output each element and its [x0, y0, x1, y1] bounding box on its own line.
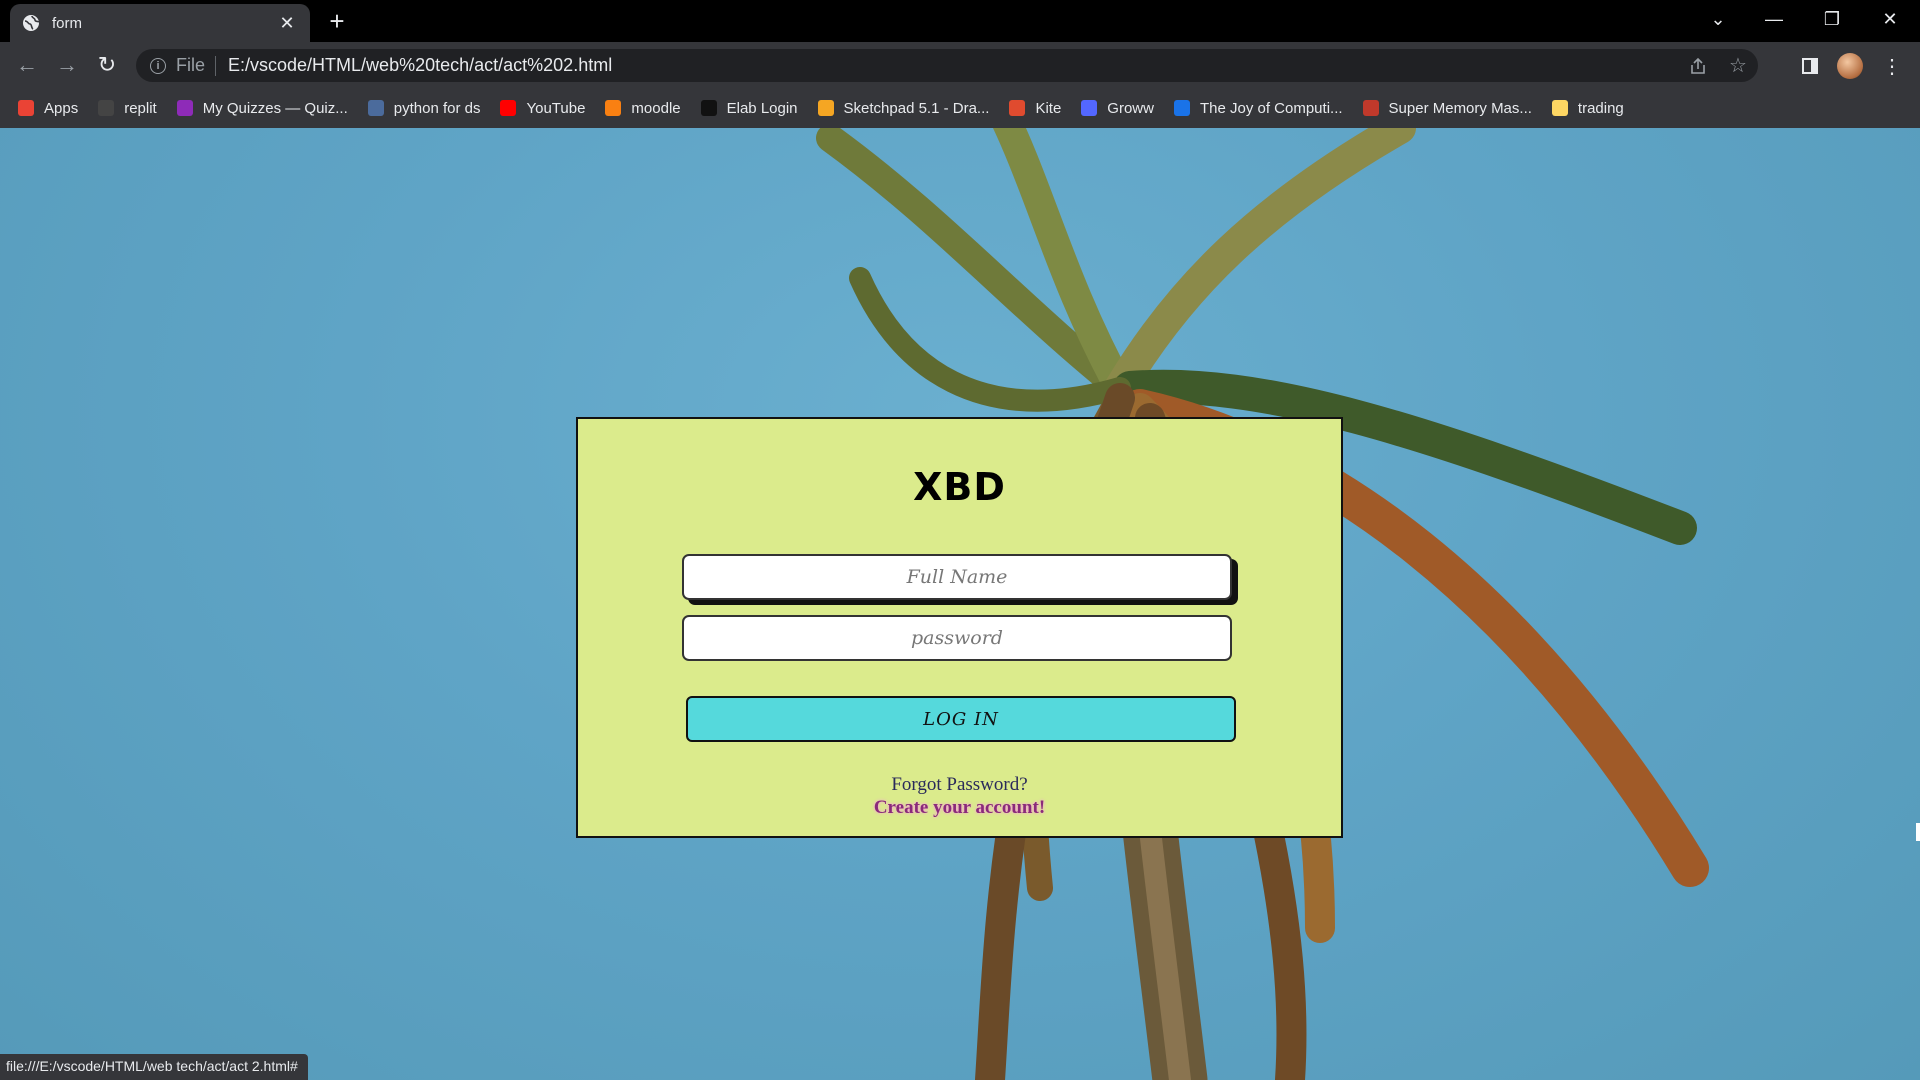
browser-toolbar: ← → ↻ i File E:/vscode/HTML/web%20tech/a…	[0, 42, 1920, 88]
url-scheme: File	[176, 55, 206, 75]
bookmark-label: Apps	[44, 99, 79, 117]
login-button[interactable]: LOG IN	[686, 696, 1236, 742]
bookmark-item[interactable]: moodle	[605, 99, 681, 117]
full-name-input[interactable]	[682, 554, 1232, 600]
youtube-icon	[500, 100, 517, 116]
forward-button[interactable]: →	[52, 50, 82, 80]
bookmark-item[interactable]: YouTube	[500, 100, 585, 117]
quizizz-icon	[176, 100, 193, 116]
minimize-button[interactable]: —	[1746, 0, 1802, 38]
new-tab-button[interactable]: +	[322, 6, 352, 36]
create-account-link[interactable]: Create your account!	[578, 797, 1341, 819]
bookmark-item[interactable]: My Quizzes — Quiz...	[176, 99, 348, 117]
apps-grid-icon	[18, 100, 34, 116]
bookmark-label: Elab Login	[726, 99, 798, 117]
restore-button[interactable]: ❐	[1804, 0, 1860, 38]
title-bar: form ✕ + ⌄ — ❐ ✕	[0, 0, 1920, 42]
bookmark-item[interactable]: Kite	[1009, 100, 1061, 117]
bookmark-item[interactable]: Super Memory Mas...	[1362, 99, 1532, 117]
elab-icon	[700, 100, 717, 116]
bookmark-item[interactable]: trading	[1551, 99, 1624, 117]
url-text[interactable]: E:/vscode/HTML/web%20tech/act/act%202.ht…	[228, 55, 1678, 76]
status-url-bubble: file:///E:/vscode/HTML/web tech/act/act …	[0, 1054, 308, 1080]
back-button[interactable]: ←	[12, 50, 42, 80]
info-icon[interactable]: i	[150, 57, 166, 74]
sketchpad-icon	[817, 100, 834, 116]
menu-kebab-icon[interactable]: ⋮	[1876, 50, 1908, 82]
replit-icon	[98, 100, 115, 116]
bookmark-label: YouTube	[526, 99, 586, 117]
bookmark-item[interactable]: The Joy of Computi...	[1173, 99, 1343, 117]
python-icon	[367, 100, 384, 116]
profile-avatar[interactable]	[1837, 53, 1863, 79]
address-bar[interactable]: i File E:/vscode/HTML/web%20tech/act/act…	[136, 49, 1758, 82]
groww-icon	[1081, 100, 1098, 116]
bookmark-label: Kite	[1035, 99, 1062, 117]
bookmark-label: Groww	[1107, 99, 1154, 117]
bookmark-label: replit	[124, 99, 157, 117]
bookmarks-bar: Apps replit My Quizzes — Quiz... python for…	[0, 88, 1920, 128]
tab-search-button[interactable]: ⌄	[1690, 0, 1746, 38]
form-title: XBD	[913, 465, 1006, 509]
bookmark-item[interactable]: python for ds	[367, 99, 481, 117]
scroll-indicator	[1916, 823, 1920, 841]
bookmark-label: python for ds	[393, 99, 481, 117]
tab-close-icon[interactable]: ✕	[276, 12, 298, 34]
bookmark-label: Super Memory Mas...	[1388, 99, 1532, 117]
bookmark-label: The Joy of Computi...	[1199, 99, 1343, 117]
side-panel-icon[interactable]	[1794, 50, 1826, 82]
bookmark-item[interactable]: Groww	[1081, 100, 1154, 117]
password-input[interactable]	[682, 615, 1232, 661]
moodle-icon	[605, 100, 622, 116]
browser-tab[interactable]: form ✕	[10, 4, 310, 42]
memory-icon	[1362, 100, 1379, 116]
swayam-icon	[1173, 100, 1190, 116]
bookmark-item[interactable]: Sketchpad 5.1 - Dra...	[817, 99, 990, 117]
bookmark-label: trading	[1577, 99, 1624, 117]
bookmark-item[interactable]: Elab Login	[700, 99, 798, 117]
globe-icon	[22, 14, 40, 32]
bookmark-label: My Quizzes — Quiz...	[202, 99, 348, 117]
forgot-password-link[interactable]: Forgot Password?	[578, 774, 1341, 796]
bookmark-label: Sketchpad 5.1 - Dra...	[843, 99, 990, 117]
reload-button[interactable]: ↻	[92, 50, 122, 80]
close-window-button[interactable]: ✕	[1862, 0, 1918, 38]
page-background: XBD LOG IN Forgot Password? Create your …	[0, 128, 1920, 1080]
divider	[215, 55, 217, 76]
login-card: XBD LOG IN Forgot Password? Create your …	[576, 417, 1343, 838]
bookmark-star-icon[interactable]: ☆	[1718, 51, 1758, 81]
bookmark-item[interactable]: Apps	[18, 100, 78, 117]
bookmark-label: moodle	[631, 99, 681, 117]
kite-icon	[1009, 100, 1026, 116]
share-icon[interactable]	[1678, 51, 1718, 81]
tab-title: form	[52, 14, 82, 32]
bookmark-item[interactable]: replit	[98, 100, 157, 117]
folder-icon	[1551, 100, 1568, 116]
